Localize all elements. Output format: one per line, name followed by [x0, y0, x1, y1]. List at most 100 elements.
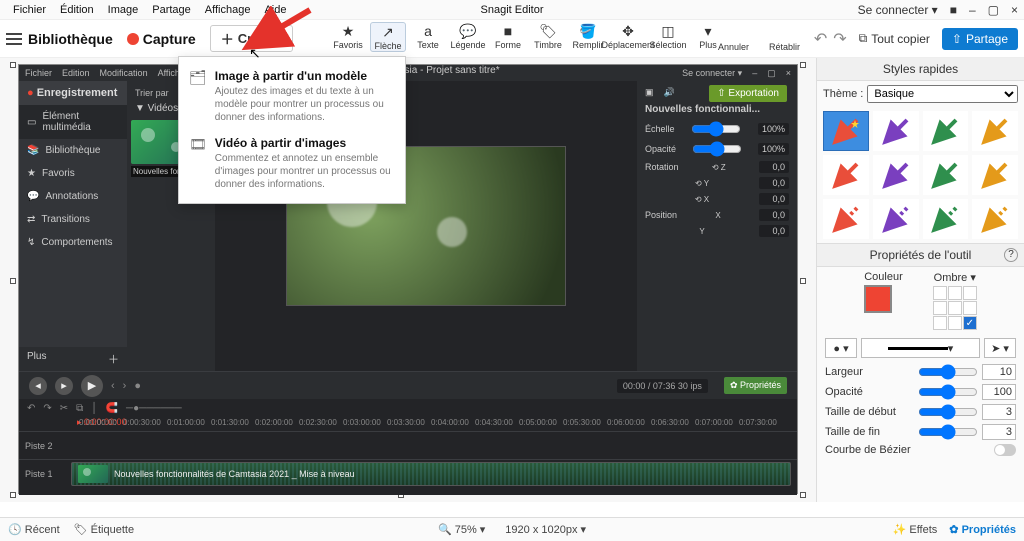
login-link[interactable]: Se connecter ▾ [858, 3, 938, 17]
opacity-value[interactable]: 100 [982, 384, 1016, 400]
ia-close-icon[interactable]: × [786, 68, 791, 78]
style-arrow[interactable] [923, 199, 969, 239]
ia-menu-fichier[interactable]: Fichier [25, 68, 52, 78]
tool-légende[interactable]: 💬Légende [450, 22, 486, 50]
slider-echelle[interactable] [691, 121, 741, 137]
style-arrow[interactable] [923, 155, 969, 195]
track-2-label[interactable]: Piste 2 [19, 441, 71, 451]
effects-button[interactable]: ✨ Effets [893, 523, 938, 536]
zoom-dropdown[interactable]: 🔍 75% ▾ [438, 523, 485, 536]
theme-select[interactable]: Basique [867, 85, 1018, 103]
menu-fichier[interactable]: Fichier [6, 2, 53, 18]
start-cap-select[interactable]: ● ▾ [825, 338, 857, 358]
tl-redo-icon[interactable]: ↷ [43, 403, 51, 414]
tl-cut-icon[interactable]: ✂ [60, 403, 68, 414]
tool-déplacement[interactable]: ✥Déplacement [610, 22, 646, 50]
menu-partage[interactable]: Partage [145, 2, 198, 18]
track-1-label[interactable]: Piste 1 [19, 469, 71, 479]
style-arrow[interactable] [823, 111, 869, 151]
library-link[interactable]: Bibliothèque [28, 31, 113, 47]
start-size-value[interactable]: 3 [982, 404, 1016, 420]
ia-side-library[interactable]: 📚 Bibliothèque [19, 139, 127, 162]
maximize-icon[interactable]: ▢ [988, 3, 999, 17]
opacity-slider[interactable] [918, 384, 978, 400]
tl-undo-icon[interactable]: ↶ [27, 403, 35, 414]
tool-texte[interactable]: aTexte [410, 22, 446, 50]
redo-icon[interactable]: ↷ [833, 29, 846, 49]
ia-add-icon[interactable]: ＋ [100, 347, 127, 371]
tl-copy-icon[interactable]: ⧉ [76, 403, 83, 414]
tl-zoom-slider[interactable]: ─●────── [126, 403, 182, 414]
end-size-slider[interactable] [918, 424, 978, 440]
menu-edition[interactable]: Édition [53, 2, 101, 18]
ia-record-tab[interactable]: ● Enregistrement [19, 81, 127, 105]
menu-icon[interactable] [6, 33, 22, 45]
step-fwd-icon[interactable]: › [123, 380, 127, 392]
shadow-picker[interactable]: ✓ [933, 286, 977, 330]
ia-side-behaviors[interactable]: ↯ Comportements [19, 231, 127, 254]
next-icon[interactable]: ▸ [55, 377, 73, 395]
bezier-toggle[interactable] [994, 444, 1016, 456]
properties-button[interactable]: ✿ Propriétés [949, 523, 1016, 536]
ia-side-media[interactable]: ▭ Élément multimédia [19, 105, 127, 139]
dimensions-dropdown[interactable]: 1920 x 1020px ▾ [505, 523, 586, 536]
undo-icon[interactable]: ↶ [814, 29, 827, 49]
tl-split-icon[interactable]: │ [91, 403, 97, 414]
prev-icon[interactable]: ◂ [29, 377, 47, 395]
style-arrow[interactable] [972, 111, 1018, 151]
recent-button[interactable]: 🕓 Récent [8, 523, 60, 536]
shadow-label[interactable]: Ombre ▾ [933, 271, 977, 284]
ia-login[interactable]: Se connecter ▾ [682, 68, 742, 79]
tag-button[interactable]: 🏷 Étiquette [74, 523, 134, 536]
style-arrow[interactable] [873, 111, 919, 151]
notification-icon[interactable]: ■ [950, 3, 957, 17]
tool-forme[interactable]: ■Forme [490, 22, 526, 50]
menu-image[interactable]: Image [101, 2, 146, 18]
style-arrow[interactable] [873, 155, 919, 195]
style-arrow[interactable] [823, 155, 869, 195]
tool-sélection[interactable]: ◫Sélection [650, 22, 686, 50]
menu-aide[interactable]: Aide [257, 2, 293, 18]
export-button[interactable]: ⇧ Exportation [709, 85, 787, 102]
style-arrow[interactable] [972, 155, 1018, 195]
ia-menu-modification[interactable]: Modification [100, 68, 148, 78]
play-icon[interactable]: ▶ [81, 375, 103, 397]
start-size-slider[interactable] [918, 404, 978, 420]
tool-timbre[interactable]: 🏷Timbre [530, 22, 566, 50]
style-arrow[interactable] [923, 111, 969, 151]
style-arrow[interactable] [873, 199, 919, 239]
ia-minimize-icon[interactable]: – [752, 68, 757, 78]
slider-opacite[interactable] [692, 141, 742, 157]
help-icon[interactable]: ? [1004, 248, 1018, 262]
menu-affichage[interactable]: Affichage [198, 2, 258, 18]
tool-favoris[interactable]: ★Favoris [330, 22, 366, 50]
style-arrow[interactable] [823, 199, 869, 239]
close-icon[interactable]: × [1011, 3, 1018, 17]
capture-button[interactable]: Capture [127, 31, 196, 47]
ia-maximize-icon[interactable]: ▢ [767, 68, 776, 79]
ia-menu-edition[interactable]: Edition [62, 68, 90, 78]
copy-all-button[interactable]: ⧉Tout copier [853, 28, 936, 49]
tl-magnet-icon[interactable]: 🧲 [106, 403, 118, 414]
step-back-icon[interactable]: ‹ [111, 380, 115, 392]
ia-props-view-icon[interactable]: ▣ [645, 87, 654, 98]
minimize-icon[interactable]: – [969, 3, 976, 17]
timeline-clip[interactable]: Nouvelles fonctionnalités de Camtasia 20… [71, 462, 791, 486]
ia-more[interactable]: Plus [19, 347, 100, 371]
ia-props-audio-icon[interactable]: 🔊 [664, 87, 675, 98]
end-size-value[interactable]: 3 [982, 424, 1016, 440]
ia-properties-button[interactable]: ✿ Propriétés [724, 377, 787, 394]
width-value[interactable]: 10 [982, 364, 1016, 380]
share-button[interactable]: ⇧Partage [942, 28, 1018, 50]
ia-side-annotations[interactable]: 💬 Annotations [19, 185, 127, 208]
create-image-from-template[interactable]: 🗂 Image à partir d'un modèleAjoutez des … [179, 63, 405, 130]
tool-flèche[interactable]: ↗Flèche [370, 22, 406, 52]
ia-side-favorites[interactable]: ★ Favoris [19, 162, 127, 185]
color-swatch[interactable] [864, 285, 892, 313]
style-arrow[interactable] [972, 199, 1018, 239]
width-slider[interactable] [918, 364, 978, 380]
ia-side-transitions[interactable]: ⇄ Transitions [19, 208, 127, 231]
end-cap-select[interactable]: ➤ ▾ [984, 338, 1016, 358]
create-video-from-images[interactable]: 🎞 Vidéo à partir d'imagesCommentez et an… [179, 130, 405, 197]
line-style-select[interactable]: ▾ [861, 338, 980, 358]
